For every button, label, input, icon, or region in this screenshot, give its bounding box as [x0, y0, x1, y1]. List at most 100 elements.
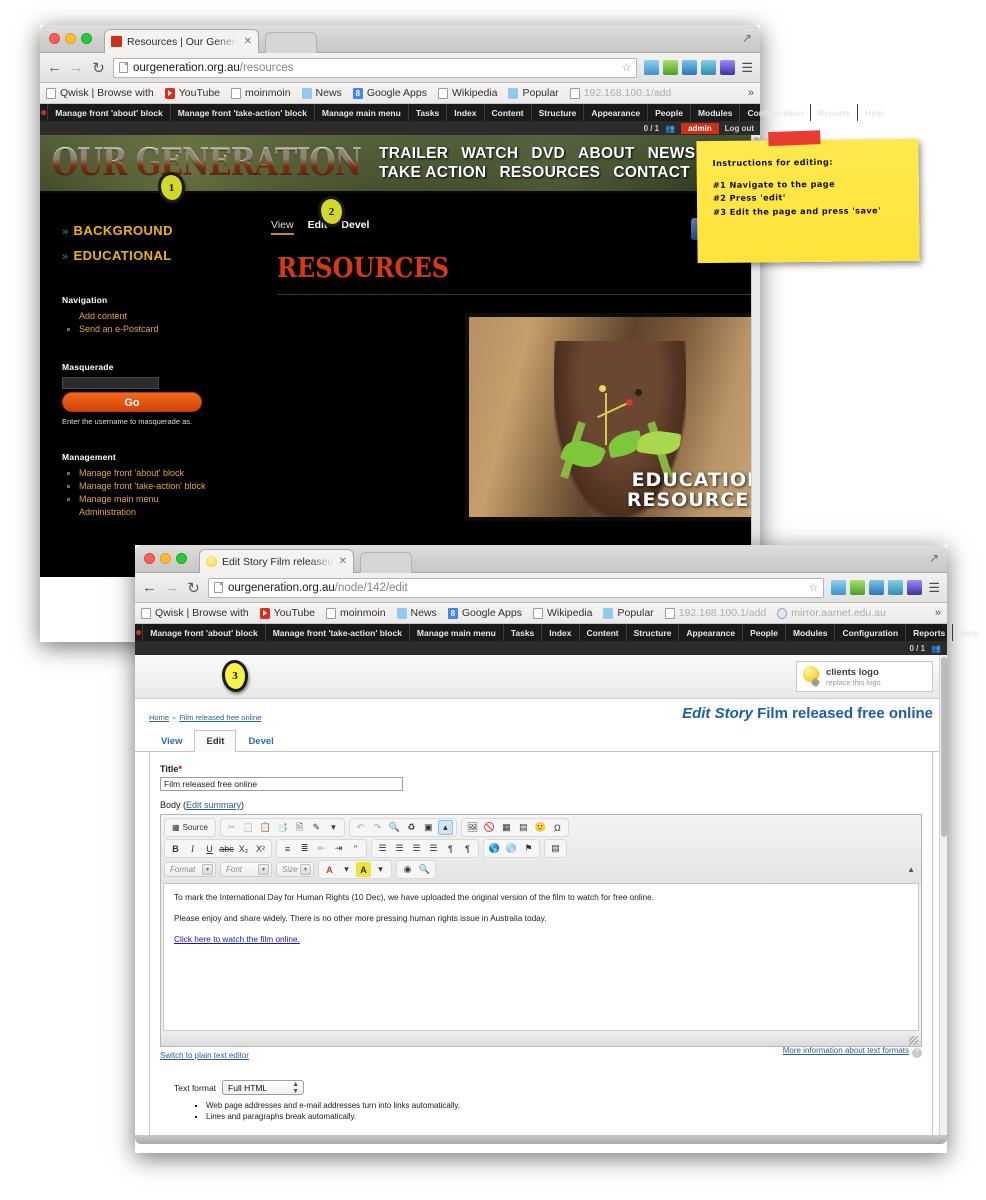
admin-menu-item[interactable]: Structure	[530, 104, 584, 121]
window1-extensions[interactable]: ☰	[644, 60, 753, 76]
underline-icon[interactable]: U	[202, 841, 217, 856]
source-button[interactable]: ▦ Source	[168, 820, 212, 835]
spellcheck-options-icon[interactable]: ▾	[326, 820, 341, 835]
cut-icon[interactable]: ✂	[224, 820, 239, 835]
chevron-down-icon[interactable]: ▾	[202, 864, 213, 875]
select-all-icon[interactable]: ▣	[421, 820, 436, 835]
link-icon[interactable]: 🌎	[487, 841, 502, 856]
nav-news[interactable]: NEWS	[648, 145, 696, 162]
size-dropdown[interactable]: Size ▾	[276, 862, 314, 877]
zoom-window-button[interactable]	[176, 553, 187, 564]
format-dropdown[interactable]: Format ▾	[164, 862, 216, 877]
admin-menu-item[interactable]: Reports	[810, 104, 857, 121]
admin-menu-item[interactable]: Manage front 'about' block	[47, 104, 169, 121]
sidebar-item-background[interactable]: » BACKGROUND	[62, 219, 265, 244]
window2-drupal-admin-menu[interactable]: ● Manage front 'about' block Manage fron…	[135, 624, 986, 641]
pen-extension-icon[interactable]	[644, 60, 660, 75]
switch-to-plain-text-link[interactable]: Switch to plain text editor	[160, 1051, 249, 1060]
ckeditor-toolbar[interactable]: ▦ Source ✂ 📋 📋 📑 🗎 ✎ ▾ ↶ ↷ 🔍 ♻ ▣ ▴ 🖼 🚫 ▦…	[161, 815, 921, 883]
background-color-arrow-icon[interactable]: ▾	[373, 862, 388, 877]
close-tab-icon[interactable]: ✕	[244, 36, 252, 47]
image-icon[interactable]: 🖼	[465, 820, 480, 835]
numbered-list-icon[interactable]: ≡	[280, 841, 295, 856]
bookmark-item[interactable]: moinmoin	[231, 87, 291, 99]
bookmark-item[interactable]: Wikipedia	[437, 87, 497, 99]
window1-inactive-tab[interactable]	[265, 32, 317, 53]
zoom-window-button[interactable]	[81, 33, 92, 44]
ckgroup-templates[interactable]: ▤	[544, 839, 567, 858]
nav-contact[interactable]: CONTACT	[613, 164, 690, 181]
resize-grip-icon[interactable]	[909, 1036, 918, 1045]
subscript-icon[interactable]: X₂	[236, 841, 251, 856]
table-icon[interactable]: ▦	[499, 820, 514, 835]
ckeditor-body[interactable]: To mark the International Day for Human …	[163, 883, 919, 1031]
site-main-nav[interactable]: TRAILER WATCH DVD ABOUT NEWS TAKE ACTION RESO…	[379, 144, 708, 182]
ckgroup-insert[interactable]: 🖼 🚫 ▦ ▤ 🙂 Ω	[460, 818, 569, 837]
flash-icon[interactable]: 🚫	[482, 820, 497, 835]
tab-edit[interactable]: Edit	[194, 730, 237, 752]
admin-menu-item[interactable]: Index	[541, 624, 578, 641]
nav-take-action[interactable]: TAKE ACTION	[379, 164, 487, 181]
admin-menu-item[interactable]: Manage front 'take-action' block	[264, 624, 409, 641]
ckgroup-history[interactable]: ↶ ↷ 🔍 ♻ ▣ ▴	[348, 818, 457, 837]
collapse-toolbar-icon[interactable]: ▲	[907, 865, 918, 874]
ckgroup-lists[interactable]: ≡ ≣ ⇤ ⇥ ”	[276, 839, 367, 858]
tab-devel[interactable]: Devel	[341, 219, 369, 235]
admin-menu-item[interactable]: Structure	[625, 624, 679, 641]
window2-admin-userbar[interactable]: 0 / 1 👥	[135, 641, 947, 655]
clients-logo-placeholder[interactable]: clients logo replace this logo	[796, 661, 933, 692]
admin-menu-item[interactable]: Manage main menu	[408, 624, 503, 641]
window2-titlebar[interactable]: Edit Story Film released fre ✕ ↗	[135, 545, 947, 573]
paste-icon[interactable]: 📋	[258, 820, 273, 835]
bookmark-item[interactable]: Popular	[603, 607, 654, 619]
admin-menu-item[interactable]: Content	[483, 104, 531, 121]
bookmark-item[interactable]: YouTube	[164, 87, 220, 99]
window2-address-bar[interactable]: ourgeneration.org.au/node/142/edit ☆	[208, 577, 825, 598]
edit-summary-link[interactable]: Edit summary	[186, 800, 241, 810]
horizontal-rule-icon[interactable]: ▤	[516, 820, 531, 835]
bookmark-star-icon[interactable]: ☆	[621, 61, 631, 74]
bookmark-item[interactable]: 192.168.100.1/add	[664, 607, 766, 619]
ckeditor[interactable]: ▦ Source ✂ 📋 📋 📑 🗎 ✎ ▾ ↶ ↷ 🔍 ♻ ▣ ▴ 🖼 🚫 ▦…	[160, 814, 922, 1047]
text-color-icon[interactable]: A	[322, 862, 337, 877]
app-extension-icon[interactable]	[720, 60, 736, 75]
list-item[interactable]: Send an e-Postcard	[79, 323, 265, 336]
list-item[interactable]: Manage main menu	[79, 493, 265, 506]
redo-icon[interactable]: ↷	[370, 820, 385, 835]
unlink-icon[interactable]: 🌎	[504, 841, 519, 856]
pen-extension-icon[interactable]	[831, 580, 847, 595]
window1-admin-userbar[interactable]: 0 / 1 👥 admin Log out	[40, 121, 760, 135]
bookmarks-overflow-icon[interactable]: »	[748, 87, 754, 99]
window1-traffic-lights[interactable]	[49, 33, 92, 44]
replace-icon[interactable]: ♻	[404, 820, 419, 835]
bookmark-item[interactable]: Qwisk | Browse with	[46, 87, 154, 99]
superscript-icon[interactable]: X²	[253, 841, 268, 856]
ckgroup-links[interactable]: 🌎 🌎 ⚑	[483, 839, 540, 858]
tab-view[interactable]: View	[271, 219, 294, 235]
nav-trailer[interactable]: TRAILER	[379, 145, 448, 162]
anchor-icon[interactable]: ⚑	[521, 841, 536, 856]
minimize-window-button[interactable]	[65, 33, 76, 44]
list-item[interactable]: Manage front 'take-action' block	[79, 480, 265, 493]
rtl-icon[interactable]: ¶	[460, 841, 475, 856]
bookmark-item[interactable]: YouTube	[259, 607, 315, 619]
admin-menu-item[interactable]: Manage front 'take-action' block	[169, 104, 314, 121]
window1-drupal-admin-menu[interactable]: ● Manage front 'about' block Manage fron…	[40, 104, 884, 121]
logout-link[interactable]: Log out	[725, 124, 754, 133]
reload-icon[interactable]: ↻	[186, 579, 201, 597]
tab-view[interactable]: View	[149, 730, 194, 752]
admin-menu-item[interactable]: Reports	[905, 624, 952, 641]
nav-about[interactable]: ABOUT	[578, 145, 635, 162]
admin-menu-item[interactable]: Tasks	[407, 104, 446, 121]
ckgroup-align[interactable]: ☰ ☰ ☰ ☰ ¶ ¶	[371, 839, 479, 858]
site-logo[interactable]: OUR GENERATION	[52, 144, 362, 182]
ckgroup-tools[interactable]: ◉ 🔍	[396, 860, 436, 879]
admin-menu-item[interactable]: Appearance	[583, 104, 647, 121]
evernote-extension-icon[interactable]	[663, 60, 679, 75]
undo-icon[interactable]: ↶	[353, 820, 368, 835]
updown-arrows-icon[interactable]: ▲ ▼	[292, 1081, 299, 1095]
nav-watch[interactable]: WATCH	[461, 145, 518, 162]
admin-menu-item[interactable]: Appearance	[678, 624, 742, 641]
sidebar-item-educational[interactable]: » EDUCATIONAL	[62, 244, 265, 269]
title-input[interactable]: Film released free online	[160, 777, 403, 791]
